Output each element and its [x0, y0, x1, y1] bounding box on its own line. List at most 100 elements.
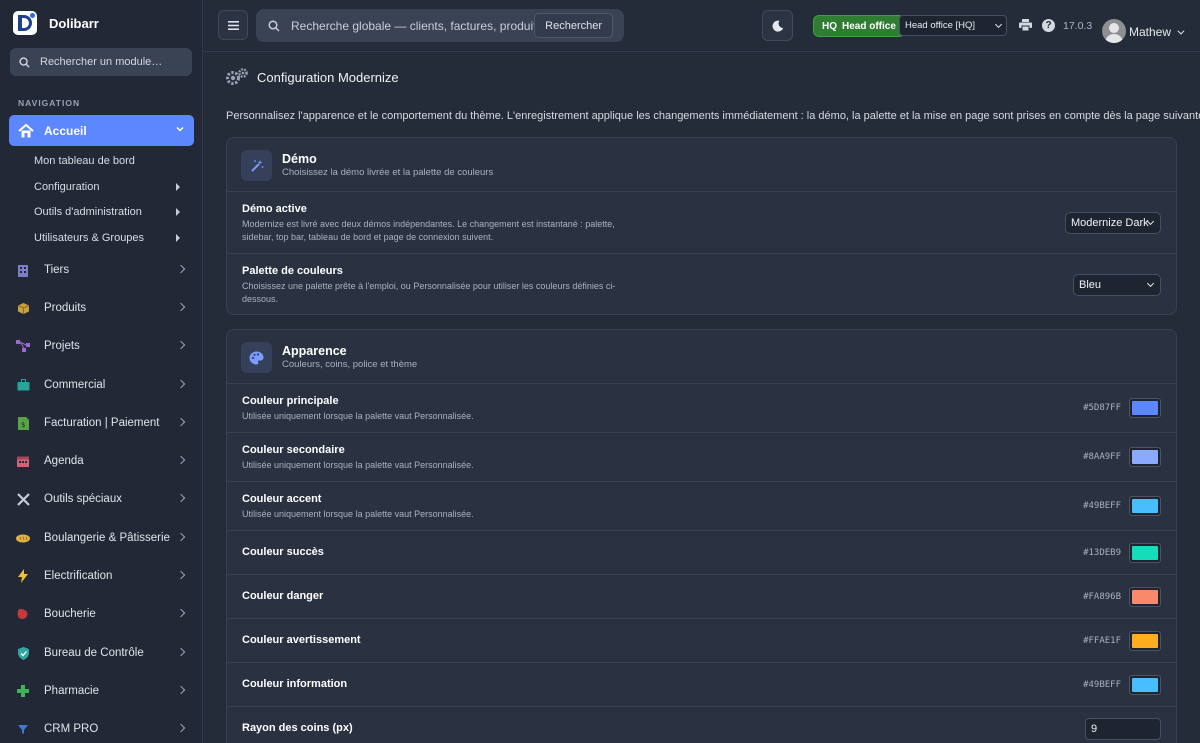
chevron-down-icon	[994, 20, 1003, 29]
dark-mode-toggle[interactable]	[762, 10, 793, 41]
sidebar-item-agenda[interactable]: Agenda	[16, 451, 190, 471]
print-icon[interactable]	[1019, 19, 1032, 31]
sidebar-item-label: Pharmacie	[44, 685, 99, 697]
help-icon[interactable]: ?	[1042, 19, 1055, 32]
sidebar-item-boucherie[interactable]: Boucherie	[16, 604, 190, 624]
color-swatch	[1132, 450, 1158, 464]
setting-label: Couleur accent	[242, 493, 322, 505]
menu-toggle-button[interactable]	[218, 10, 248, 40]
color-picker[interactable]	[1129, 496, 1161, 516]
sidebar-subitem-configuration[interactable]: Configuration	[34, 181, 99, 193]
sidebar-item-projets[interactable]: Projets	[16, 336, 190, 356]
caret-right-icon	[176, 234, 180, 242]
sidebar-item-label: Bureau de Contrôle	[44, 647, 144, 659]
demo-card-header: Démo Choisissez la démo livrée et la pal…	[227, 138, 1176, 192]
color-row-danger: Couleur danger #FA896B	[227, 575, 1176, 619]
color-swatch	[1132, 634, 1158, 648]
sidebar-item-label: Outils spéciaux	[44, 493, 122, 505]
module-search-input[interactable]: Rechercher un module…	[10, 48, 192, 76]
palette-select-value: Bleu	[1079, 279, 1102, 291]
radius-input[interactable]: 9	[1085, 718, 1161, 740]
box-icon	[16, 301, 30, 315]
setting-description: Choisissez une palette prête à l'emploi,…	[242, 281, 616, 304]
sidebar-item-bureau-controle[interactable]: Bureau de Contrôle	[16, 643, 190, 663]
module-search-placeholder: Rechercher un module…	[40, 56, 163, 68]
color-picker[interactable]	[1129, 447, 1161, 467]
project-icon	[16, 339, 30, 353]
color-hex: #8AA9FF	[1083, 452, 1121, 462]
sidebar-item-accueil[interactable]: Accueil	[9, 115, 194, 146]
sidebar-item-produits[interactable]: Produits	[16, 298, 190, 318]
sidebar-item-label: Facturation | Paiement	[44, 417, 160, 429]
demo-select[interactable]: Modernize Dark	[1065, 212, 1161, 234]
home-icon	[18, 123, 34, 137]
setting-label: Démo active	[242, 203, 307, 215]
appearance-card-title: Apparence	[282, 344, 347, 358]
sidebar-item-outils-speciaux[interactable]: Outils spéciaux	[16, 489, 190, 509]
gears-icon	[226, 68, 248, 85]
entity-code: HQ	[822, 20, 837, 32]
demo-select-value: Modernize Dark	[1071, 217, 1149, 229]
sidebar: Dolibarr Rechercher un module… NAVIGATIO…	[0, 0, 203, 743]
funnel-icon	[16, 722, 30, 736]
entity-select-value: Head office [HQ]	[905, 20, 976, 31]
sidebar-item-commercial[interactable]: Commercial	[16, 375, 190, 395]
chevron-down-icon	[176, 126, 184, 132]
sidebar-item-pharmacie[interactable]: Pharmacie	[16, 681, 190, 701]
sidebar-item-label: Commercial	[44, 379, 106, 391]
color-swatch	[1132, 499, 1158, 513]
color-hex: #49BEFF	[1083, 680, 1121, 690]
sidebar-item-electrification[interactable]: Electrification	[16, 566, 190, 586]
global-search-button[interactable]: Rechercher	[534, 13, 613, 38]
color-picker[interactable]	[1129, 675, 1161, 695]
color-swatch	[1132, 590, 1158, 604]
sidebar-item-label: Boucherie	[44, 608, 96, 620]
main-content: Configuration Modernize Personnalisez l'…	[203, 52, 1200, 743]
caret-right-icon	[176, 183, 180, 191]
demo-card-title: Démo	[282, 152, 317, 166]
sidebar-item-tiers[interactable]: Tiers	[16, 260, 190, 280]
moon-icon	[772, 20, 783, 32]
sidebar-item-crm-pro[interactable]: CRM PRO	[16, 719, 190, 739]
appearance-card: Apparence Couleurs, coins, police et thè…	[226, 329, 1177, 743]
brand[interactable]: Dolibarr	[13, 11, 99, 35]
global-search-input[interactable]: Recherche globale — clients, factures, p…	[256, 9, 624, 42]
color-row-accent: Couleur accent Utilisée uniquement lorsq…	[227, 482, 1176, 531]
entity-select[interactable]: Head office [HQ]	[899, 15, 1007, 36]
color-picker[interactable]	[1129, 398, 1161, 418]
color-hex: #49BEFF	[1083, 501, 1121, 511]
demo-card: Démo Choisissez la démo livrée et la pal…	[226, 137, 1177, 315]
color-picker[interactable]	[1129, 543, 1161, 563]
bolt-icon	[16, 569, 30, 583]
sidebar-item-label: Tiers	[44, 264, 70, 276]
chevron-right-icon	[176, 493, 186, 503]
chevron-right-icon	[176, 532, 186, 542]
building-icon	[16, 263, 30, 277]
sidebar-item-boulangerie[interactable]: Boulangerie & Pâtisserie	[16, 528, 190, 548]
chevron-right-icon	[176, 302, 186, 312]
page-description: Personnalisez l'apparence et le comporte…	[226, 110, 1200, 122]
user-menu[interactable]: Mathew	[1129, 25, 1185, 39]
color-row-warning: Couleur avertissement #FFAE1F	[227, 619, 1176, 663]
color-picker[interactable]	[1129, 631, 1161, 651]
setting-label: Couleur danger	[242, 590, 324, 602]
chevron-right-icon	[176, 340, 186, 350]
sidebar-subitem-users-groups[interactable]: Utilisateurs & Groupes	[34, 232, 144, 244]
sidebar-subitem-dashboard[interactable]: Mon tableau de bord	[34, 155, 135, 167]
sidebar-item-facturation[interactable]: $ Facturation | Paiement	[16, 413, 190, 433]
color-picker[interactable]	[1129, 587, 1161, 607]
brand-name: Dolibarr	[49, 15, 99, 31]
color-swatch	[1132, 546, 1158, 560]
chevron-right-icon	[176, 264, 186, 274]
sidebar-subitem-admin-tools[interactable]: Outils d'administration	[34, 206, 142, 218]
caret-right-icon	[176, 208, 180, 216]
chevron-down-icon	[1177, 27, 1185, 35]
avatar[interactable]	[1102, 19, 1126, 43]
entity-badge[interactable]: HQ Head office	[813, 15, 905, 37]
setting-label: Couleur secondaire	[242, 444, 345, 456]
app-version: 17.0.3	[1063, 20, 1093, 32]
palette-select[interactable]: Bleu	[1073, 274, 1161, 296]
appearance-card-subtitle: Couleurs, coins, police et thème	[282, 359, 418, 370]
setting-row-palette: Palette de couleurs Choisissez une palet…	[227, 254, 1176, 315]
page-header: Configuration Modernize	[225, 67, 399, 87]
